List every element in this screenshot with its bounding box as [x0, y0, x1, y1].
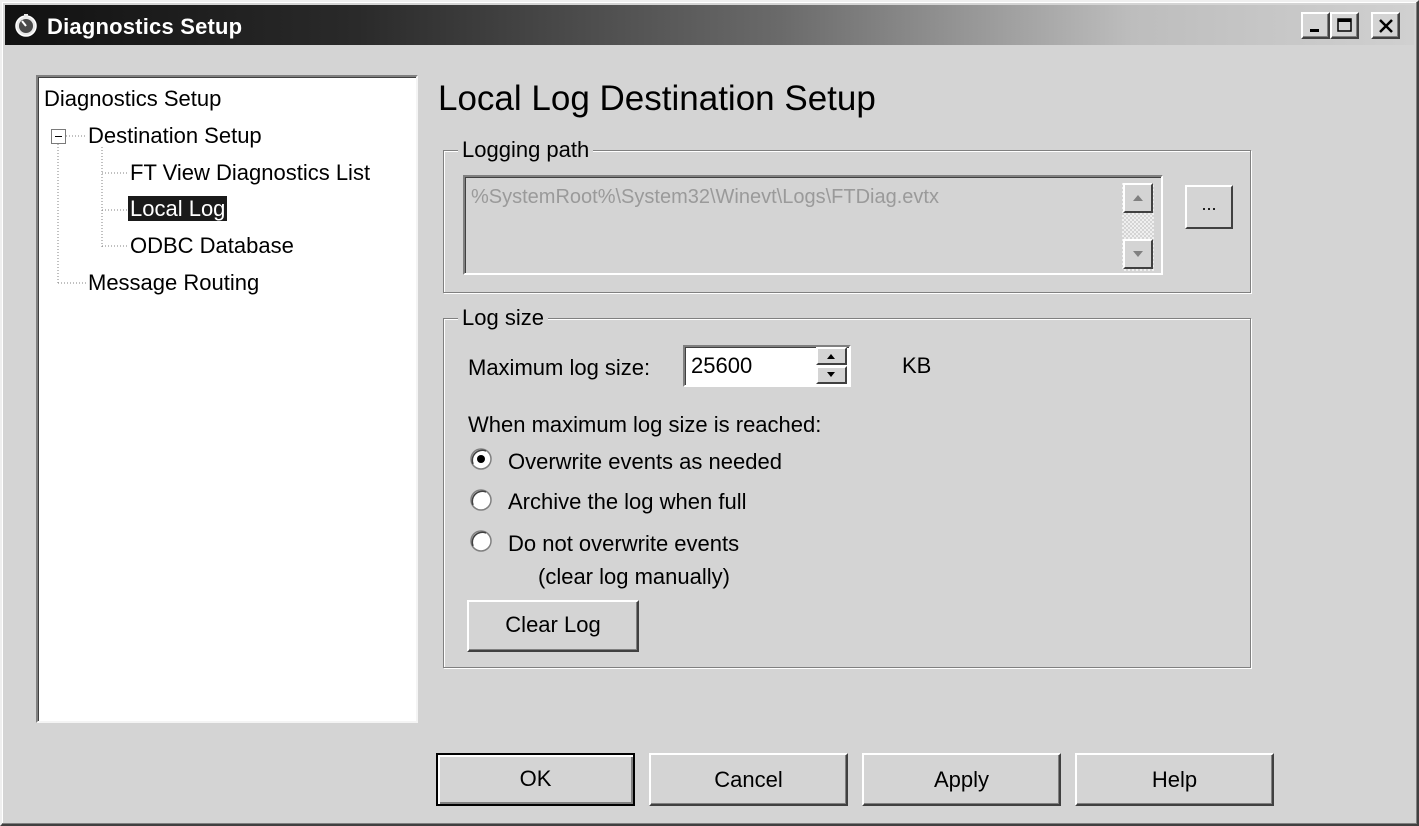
do-not-overwrite-radio[interactable]	[470, 530, 492, 552]
help-button[interactable]: Help	[1075, 753, 1274, 806]
archive-option-label[interactable]: Archive the log when full	[508, 489, 746, 515]
tree-item-odbc-database[interactable]: ODBC Database	[130, 232, 294, 260]
arrow-down-icon	[1133, 251, 1143, 257]
overwrite-option-label[interactable]: Overwrite events as needed	[508, 449, 782, 475]
tree-item-label: Message Routing	[88, 270, 260, 295]
scroll-up-button[interactable]	[1123, 183, 1153, 213]
maximum-log-size-label: Maximum log size:	[468, 355, 651, 380]
navigation-tree[interactable]: Diagnostics Setup Destination Setup FT V…	[36, 75, 418, 723]
browse-button[interactable]: ...	[1185, 185, 1233, 229]
diagnostics-app-icon	[15, 14, 37, 37]
collapse-toggle-icon[interactable]	[51, 129, 66, 144]
tree-item-label: Local Log	[128, 196, 228, 221]
title-bar[interactable]: Diagnostics Setup	[5, 5, 1414, 45]
tree-item-destination-setup[interactable]: Destination Setup	[88, 122, 262, 150]
tree-item-label: FT View Diagnostics List	[130, 160, 371, 185]
when-reached-label: When maximum log size is reached:	[468, 412, 822, 437]
close-button[interactable]	[1371, 12, 1400, 39]
close-icon	[1379, 19, 1393, 33]
clear-log-button[interactable]: Clear Log	[467, 600, 639, 652]
arrow-up-icon	[827, 354, 835, 359]
archive-radio[interactable]	[470, 489, 492, 511]
tree-item-label: Destination Setup	[88, 123, 262, 148]
minimize-icon	[1310, 29, 1319, 32]
maximize-icon	[1337, 18, 1352, 32]
apply-button[interactable]: Apply	[862, 753, 1061, 806]
tree-item-label: ODBC Database	[130, 233, 294, 258]
increment-button[interactable]	[816, 347, 847, 365]
scroll-down-button[interactable]	[1123, 239, 1153, 269]
maximum-log-size-stepper[interactable]: 25600	[683, 345, 851, 387]
cancel-button[interactable]: Cancel	[649, 753, 848, 806]
ok-button[interactable]: OK	[436, 753, 635, 806]
diagnostics-setup-window: Diagnostics Setup Diagnostics Setup Dest…	[0, 0, 1419, 826]
tree-item-diagnostics-setup[interactable]: Diagnostics Setup	[44, 85, 221, 113]
logging-path-field[interactable]: %SystemRoot%\System32\Winevt\Logs\FTDiag…	[463, 175, 1163, 275]
do-not-overwrite-option-label[interactable]: Do not overwrite events	[508, 531, 739, 557]
minimize-button[interactable]	[1301, 12, 1330, 39]
decrement-button[interactable]	[816, 366, 847, 384]
tree-item-label: Diagnostics Setup	[44, 86, 222, 111]
maximize-button[interactable]	[1330, 12, 1359, 39]
clear-manually-note: (clear log manually)	[538, 564, 730, 589]
log-size-unit: KB	[902, 353, 932, 378]
arrow-up-icon	[1133, 195, 1143, 201]
maximum-log-size-value: 25600	[691, 353, 753, 378]
tree-item-ft-view-diagnostics-list[interactable]: FT View Diagnostics List	[130, 159, 370, 187]
log-size-label: Log size	[458, 305, 548, 331]
logging-path-value: %SystemRoot%\System32\Winevt\Logs\FTDiag…	[471, 186, 939, 208]
tree-item-message-routing[interactable]: Message Routing	[88, 269, 259, 297]
overwrite-radio[interactable]	[470, 448, 492, 470]
page-title: Local Log Destination Setup	[438, 79, 876, 118]
logging-path-label: Logging path	[458, 137, 594, 163]
window-title: Diagnostics Setup	[47, 14, 243, 39]
arrow-down-icon	[827, 372, 835, 377]
tree-item-local-log[interactable]: Local Log	[128, 195, 228, 223]
